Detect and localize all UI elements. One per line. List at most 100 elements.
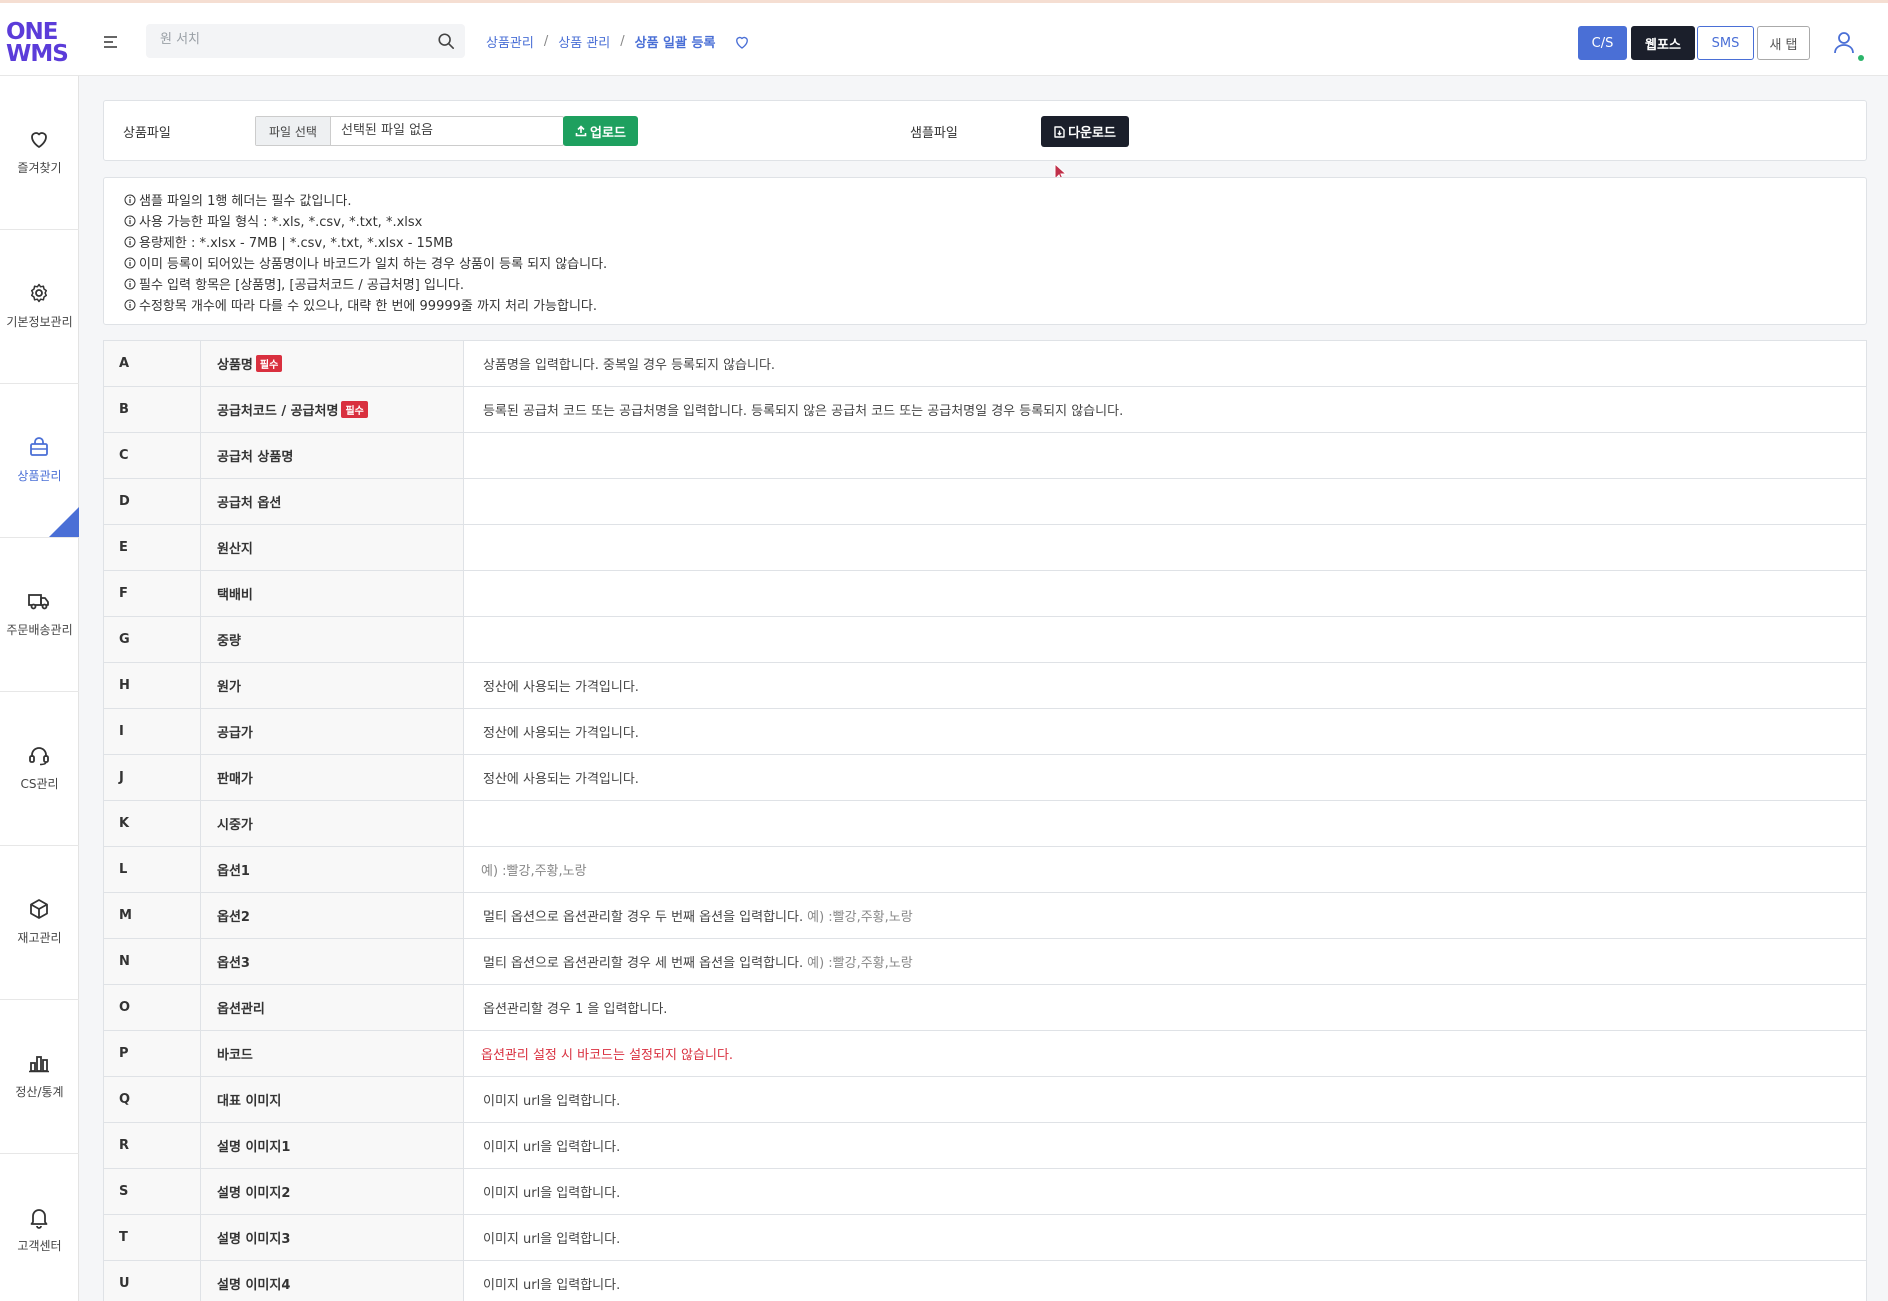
field-name: 중량 — [217, 634, 241, 649]
sidebar: 즐겨찾기 기본정보관리 상품관리 주문배송관리 CS관리 재고관리 정산/통계 … — [0, 76, 79, 1301]
field-description-cell: 이미지 url을 입력합니다. — [463, 1214, 1867, 1261]
menu-toggle-icon[interactable] — [104, 36, 118, 48]
table-row: A 상품명 필수 상품명을 입력합니다. 중복일 경우 등록되지 않습니다. — [103, 340, 1867, 387]
heart-icon — [31, 132, 47, 148]
table-row: T 설명 이미지3 이미지 url을 입력합니다. — [103, 1214, 1867, 1261]
field-name-cell: 설명 이미지1 — [200, 1122, 464, 1169]
new-tab-button[interactable]: 새 탭 — [1757, 26, 1810, 60]
field-description: 이미지 url을 입력합니다. — [483, 1094, 621, 1109]
column-letter: U — [103, 1260, 201, 1301]
column-letter: L — [103, 846, 201, 893]
field-name-cell: 옵션2 — [200, 892, 464, 939]
sidebar-item-cs[interactable]: CS관리 — [0, 692, 79, 846]
field-name-cell: 설명 이미지2 — [200, 1168, 464, 1215]
field-description: 옵션관리할 경우 1 을 입력합니다. — [483, 1002, 668, 1017]
column-letter: K — [103, 800, 201, 847]
sidebar-item-label: 고객센터 — [17, 1239, 62, 1253]
sidebar-item-basic-info[interactable]: 기본정보관리 — [0, 230, 79, 384]
truck-icon — [28, 594, 49, 610]
table-row: B 공급처코드 / 공급처명 필수 등록된 공급처 코드 또는 공급처명을 입력합니다… — [103, 386, 1867, 433]
info-line: 사용 가능한 파일 형식 : *.xls, *.csv, *.txt, *.xl… — [124, 210, 1866, 231]
breadcrumb: 상품관리 / 상품 관리 / 상품 일괄 등록 — [486, 32, 751, 51]
info-line-text: 필수 입력 항목은 [상품명], [공급처코드 / 공급처명] 입니다. — [139, 278, 464, 293]
info-icon — [124, 299, 136, 310]
info-notice-panel: 샘플 파일의 1행 헤더는 필수 값입니다. 사용 가능한 파일 형식 : *.x… — [103, 177, 1867, 325]
sms-button[interactable]: SMS — [1697, 26, 1754, 60]
table-row: H 원가 정산에 사용되는 가격입니다. — [103, 662, 1867, 709]
favorite-heart-icon[interactable] — [733, 33, 751, 51]
download-button[interactable]: 다운로드 — [1041, 116, 1129, 147]
sidebar-item-label: 기본정보관리 — [6, 315, 73, 329]
field-description-cell: 이미지 url을 입력합니다. — [463, 1168, 1867, 1215]
column-letter: H — [103, 662, 201, 709]
sidebar-item-settlement[interactable]: 정산/통계 — [0, 1000, 79, 1154]
field-name-cell: 공급처 상품명 — [200, 432, 464, 479]
user-icon[interactable] — [1832, 29, 1856, 57]
field-name-cell: 택배비 — [200, 570, 464, 617]
info-line: 필수 입력 항목은 [상품명], [공급처코드 / 공급처명] 입니다. — [124, 273, 1866, 294]
column-letter: I — [103, 708, 201, 755]
field-name: 설명 이미지3 — [217, 1232, 291, 1247]
table-row: D 공급처 옵션 — [103, 478, 1867, 525]
field-name-cell: 설명 이미지3 — [200, 1214, 464, 1261]
breadcrumb-item[interactable]: 상품 관리 — [558, 32, 610, 51]
column-letter: Q — [103, 1076, 201, 1123]
upload-panel: 상품파일 파일 선택 선택된 파일 없음 업로드 샘플파일 다운로드 — [103, 100, 1867, 161]
logo-line-1: ONE — [6, 19, 59, 45]
sidebar-item-label: 정산/통계 — [15, 1085, 64, 1099]
info-line-text: 용량제한 : *.xlsx - 7MB | *.csv, *.txt, *.xl… — [139, 236, 454, 251]
table-row: R 설명 이미지1 이미지 url을 입력합니다. — [103, 1122, 1867, 1169]
field-description: 정산에 사용되는 가격입니다. — [483, 680, 639, 695]
info-line: 샘플 파일의 1행 헤더는 필수 값입니다. — [124, 189, 1866, 210]
field-name-cell: 판매가 — [200, 754, 464, 801]
top-bar: ONE WMS 상품관리 / 상품 관리 / 상품 일괄 등록 C/S 웹포스 … — [0, 0, 1888, 76]
headset-icon — [29, 747, 49, 766]
field-description-cell: 멀티 옵션으로 옵션관리할 경우 두 번째 옵션을 입력합니다. 예) :빨강,주… — [463, 892, 1867, 939]
info-icon — [124, 236, 136, 247]
file-select-button[interactable]: 파일 선택 — [256, 117, 331, 145]
field-name: 상품명 — [217, 358, 253, 373]
column-letter: A — [103, 340, 201, 387]
required-badge: 필수 — [341, 401, 368, 418]
search-icon[interactable] — [437, 32, 455, 50]
field-name: 옵션2 — [217, 910, 250, 925]
column-letter: T — [103, 1214, 201, 1261]
field-description: 멀티 옵션으로 옵션관리할 경우 세 번째 옵션을 입력합니다. — [483, 956, 804, 971]
info-line-text: 수정항목 개수에 따라 다를 수 있으나, 대략 한 번에 99999줄 까지 … — [139, 299, 598, 314]
file-input[interactable]: 파일 선택 선택된 파일 없음 — [255, 116, 564, 146]
sidebar-item-products[interactable]: 상품관리 — [0, 384, 79, 538]
active-indicator — [49, 507, 79, 537]
column-letter: D — [103, 478, 201, 525]
field-name-cell: 옵션1 — [200, 846, 464, 893]
cs-button[interactable]: C/S — [1578, 26, 1627, 60]
field-description-cell: 정산에 사용되는 가격입니다. — [463, 708, 1867, 755]
table-row: P 바코드 옵션관리 설정 시 바코드는 설정되지 않습니다. — [103, 1030, 1867, 1077]
field-description: 이미지 url을 입력합니다. — [483, 1278, 621, 1293]
sidebar-item-label: 상품관리 — [17, 469, 62, 483]
field-name: 설명 이미지4 — [217, 1278, 291, 1293]
search-input[interactable] — [160, 32, 420, 47]
sidebar-item-support[interactable]: 고객센터 — [0, 1154, 79, 1301]
sidebar-item-favorites[interactable]: 즐겨찾기 — [0, 76, 79, 230]
app-logo[interactable]: ONE WMS — [6, 19, 69, 66]
table-row: Q 대표 이미지 이미지 url을 입력합니다. — [103, 1076, 1867, 1123]
field-name-cell: 바코드 — [200, 1030, 464, 1077]
sidebar-item-orders[interactable]: 주문배송관리 — [0, 538, 79, 692]
field-description-cell: 옵션관리할 경우 1 을 입력합니다. — [463, 984, 1867, 1031]
info-line-text: 사용 가능한 파일 형식 : *.xls, *.csv, *.txt, *.xl… — [139, 215, 423, 230]
field-description-cell — [463, 800, 1867, 847]
box-icon — [30, 899, 48, 919]
field-description: 이미지 url을 입력합니다. — [483, 1140, 621, 1155]
info-icon — [124, 278, 136, 289]
field-name: 공급처코드 / 공급처명 — [217, 404, 339, 419]
sidebar-item-inventory[interactable]: 재고관리 — [0, 846, 79, 1000]
breadcrumb-item[interactable]: 상품관리 — [486, 32, 534, 51]
webforce-button[interactable]: 웹포스 — [1631, 26, 1695, 60]
column-letter: G — [103, 616, 201, 663]
field-name-cell: 상품명 필수 — [200, 340, 464, 387]
column-letter: S — [103, 1168, 201, 1215]
column-letter: M — [103, 892, 201, 939]
column-letter: R — [103, 1122, 201, 1169]
info-line: 이미 등록이 되어있는 상품명이나 바코드가 일치 하는 경우 상품이 등록 되… — [124, 252, 1866, 273]
upload-button[interactable]: 업로드 — [563, 116, 638, 146]
